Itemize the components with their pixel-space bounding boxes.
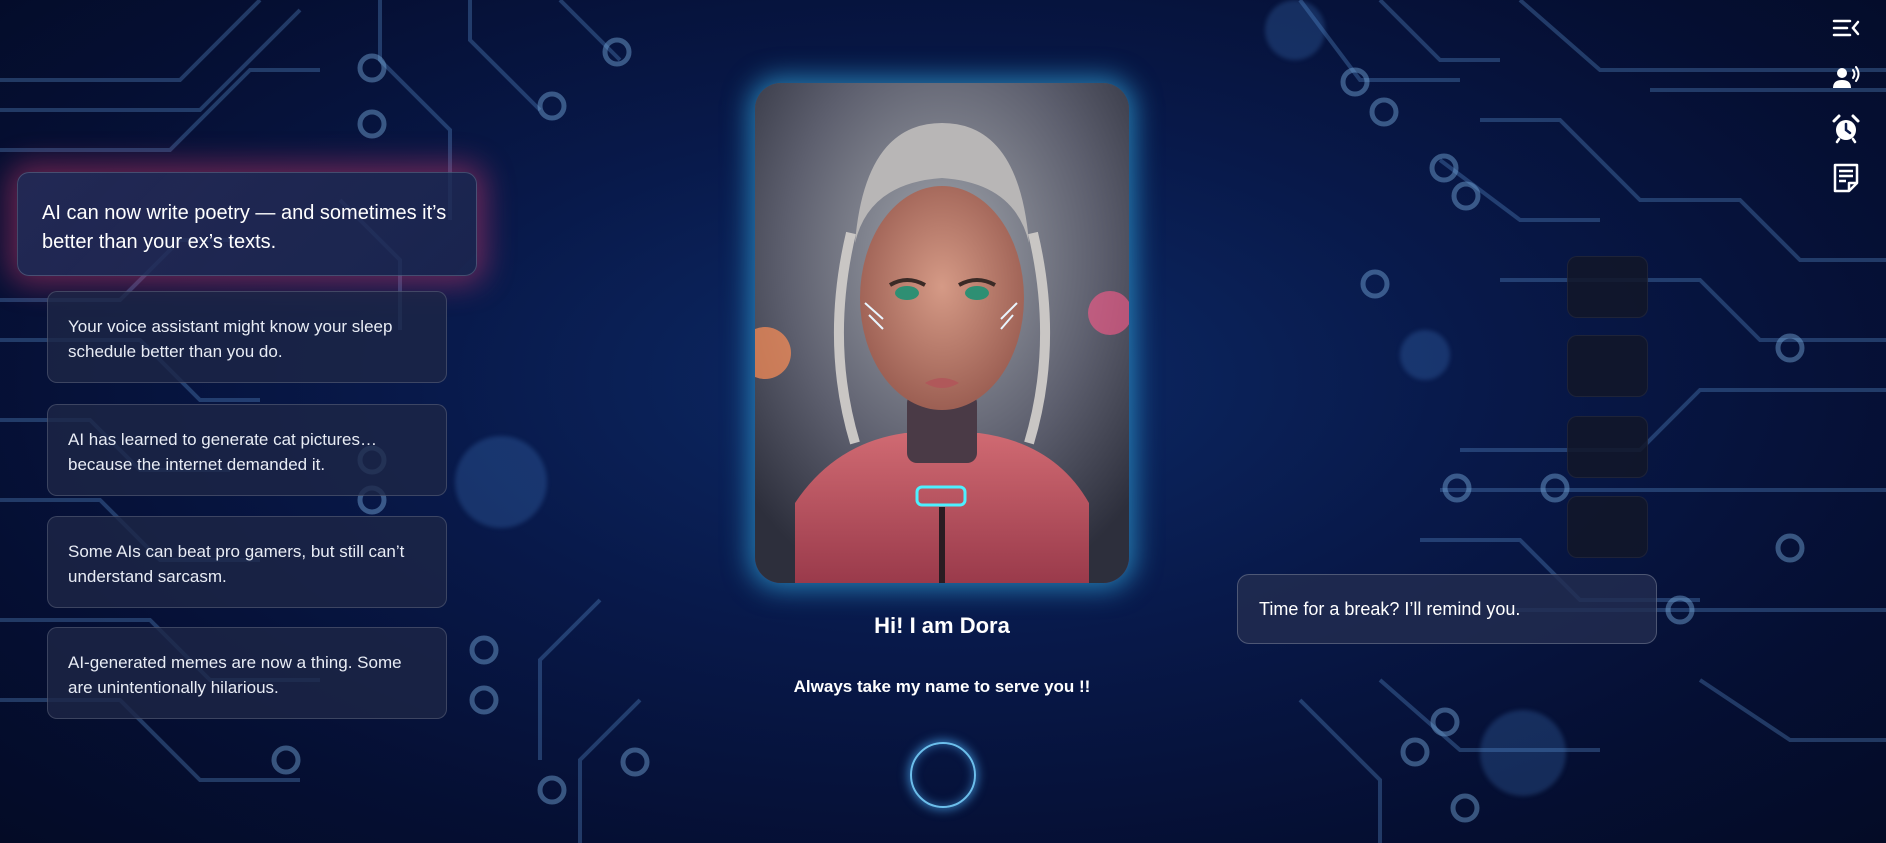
bokeh-light <box>1400 330 1450 380</box>
assistant-tagline: Always take my name to serve you !! <box>793 677 1091 696</box>
bokeh-light <box>1480 710 1566 796</box>
fact-text: Some AIs can beat pro gamers, but still … <box>68 542 405 586</box>
assistant-portrait <box>755 83 1129 583</box>
bokeh-light <box>455 436 547 528</box>
quick-action-slot[interactable] <box>1567 256 1648 318</box>
reminder-text: Time for a break? I’ll remind you. <box>1259 598 1521 619</box>
fact-text: Your voice assistant might know your sle… <box>68 317 393 361</box>
assistant-avatar-illustration <box>755 83 1129 583</box>
reminder-card[interactable]: Time for a break? I’ll remind you. <box>1237 574 1657 644</box>
bokeh-light <box>1265 0 1325 60</box>
quick-action-slot[interactable] <box>1567 335 1648 397</box>
quick-action-slot[interactable] <box>1567 416 1648 478</box>
fact-card[interactable]: Some AIs can beat pro gamers, but still … <box>47 516 447 608</box>
featured-fact-card[interactable]: AI can now write poetry — and sometimes … <box>17 172 477 276</box>
fact-card[interactable]: AI has learned to generate cat pictures…… <box>47 404 447 496</box>
voice-user-icon[interactable] <box>1830 62 1862 94</box>
notes-icon[interactable] <box>1830 162 1862 194</box>
featured-fact-text: AI can now write poetry — and sometimes … <box>42 202 447 253</box>
alarm-clock-icon[interactable] <box>1830 112 1862 144</box>
fact-card[interactable]: AI-generated memes are now a thing. Some… <box>47 627 447 719</box>
quick-action-slot[interactable] <box>1567 496 1648 558</box>
voice-activation-ring[interactable] <box>910 742 976 808</box>
menu-collapse-icon[interactable] <box>1830 12 1862 44</box>
assistant-greeting: Hi! I am Dora <box>874 613 1010 638</box>
fact-text: AI-generated memes are now a thing. Some… <box>68 653 402 697</box>
fact-text: AI has learned to generate cat pictures…… <box>68 430 378 474</box>
fact-card[interactable]: Your voice assistant might know your sle… <box>47 291 447 383</box>
